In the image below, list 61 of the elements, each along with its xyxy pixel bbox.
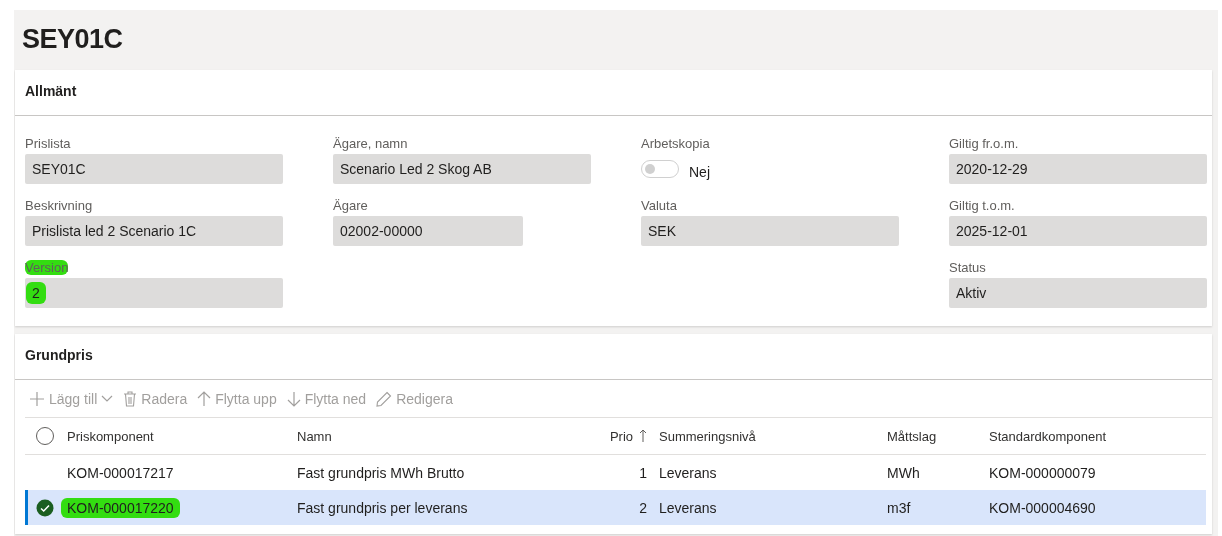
table-cell: KOM-000017217 — [67, 464, 174, 481]
table-cell: Fast grundpris per leverans — [297, 499, 468, 516]
field-label: Arbetskopia — [641, 136, 710, 151]
field-value: SEK — [648, 223, 676, 239]
table-cell: 1 — [639, 464, 647, 481]
table-cell: Leverans — [659, 499, 717, 516]
table-cell: KOM-000004690 — [989, 499, 1096, 516]
table-cell: Leverans — [659, 464, 717, 481]
section-heading[interactable]: Grundpris — [15, 334, 1212, 380]
field-value: Prislista led 2 Scenario 1C — [32, 223, 197, 239]
field-value: 2 — [26, 282, 46, 304]
input-field[interactable]: Prislista led 2 Scenario 1C — [25, 216, 283, 246]
field-label: Prislista — [25, 136, 71, 151]
check-circle-icon — [35, 498, 54, 517]
sort-arrow-icon — [639, 429, 647, 443]
column-header[interactable]: Standardkomponent — [983, 428, 1183, 444]
field-label: Status — [949, 260, 986, 275]
input-field[interactable]: Aktiv — [949, 278, 1207, 308]
table-cell: 2 — [639, 499, 647, 516]
field-value: SEY01C — [32, 161, 86, 177]
column-header[interactable]: Prio — [591, 428, 653, 444]
pencil-icon — [376, 390, 393, 407]
input-field[interactable]: 2025-12-01 — [949, 216, 1207, 246]
table-row[interactable]: KOM-000017220 Fast grundpris per leverans 2 Leverans m3f KOM-000004690 — [25, 490, 1206, 525]
up-arrow-icon — [197, 390, 212, 407]
table-row[interactable]: KOM-000017217 Fast grundpris MWh Brutto 1 Leverans MWh KOM-000000079 — [25, 455, 1206, 490]
field-value: 02002-00000 — [340, 223, 423, 239]
field-value: Aktiv — [956, 285, 987, 301]
table-cell: KOM-000000079 — [989, 464, 1096, 481]
input-field[interactable]: 2 — [25, 278, 283, 308]
chevron-down-icon — [101, 394, 114, 403]
field-value: Scenario Led 2 Skog AB — [340, 161, 492, 177]
input-field[interactable]: 2020-12-29 — [949, 154, 1207, 184]
input-field[interactable]: SEK — [641, 216, 899, 246]
field-value: 2025-12-01 — [956, 223, 1028, 239]
trash-icon — [123, 390, 138, 407]
field-value: 2020-12-29 — [956, 161, 1028, 177]
table-cell: m3f — [887, 499, 911, 516]
input-field[interactable]: Scenario Led 2 Skog AB — [333, 154, 591, 184]
toggle-switch[interactable] — [641, 160, 679, 178]
down-arrow-icon — [286, 390, 301, 407]
field-label: Giltig fr.o.m. — [949, 136, 1019, 151]
field-label: Version — [25, 260, 69, 275]
table-cell: Fast grundpris MWh Brutto — [297, 464, 465, 481]
field-label: Beskrivning — [25, 198, 93, 213]
input-field[interactable]: 02002-00000 — [333, 216, 523, 246]
column-header[interactable]: Summeringsnivå — [653, 428, 881, 444]
column-header[interactable]: Namn — [291, 428, 591, 444]
input-field[interactable]: SEY01C — [25, 154, 283, 184]
table-cell: KOM-000017220 — [61, 497, 180, 518]
section-heading[interactable]: Allmänt — [15, 70, 1212, 116]
column-header[interactable]: Måttslag — [881, 428, 983, 444]
plus-icon — [29, 390, 45, 407]
column-header[interactable]: Priskomponent — [61, 428, 291, 444]
field-label: Valuta — [641, 198, 677, 213]
table-cell: MWh — [887, 464, 920, 481]
field-label: Ägare — [333, 198, 368, 213]
page-title: SEY01C — [21, 23, 124, 56]
field-label: Ägare, namn — [333, 136, 408, 151]
field-label: Giltig t.o.m. — [949, 198, 1015, 213]
toggle-label: Nej — [689, 163, 710, 180]
